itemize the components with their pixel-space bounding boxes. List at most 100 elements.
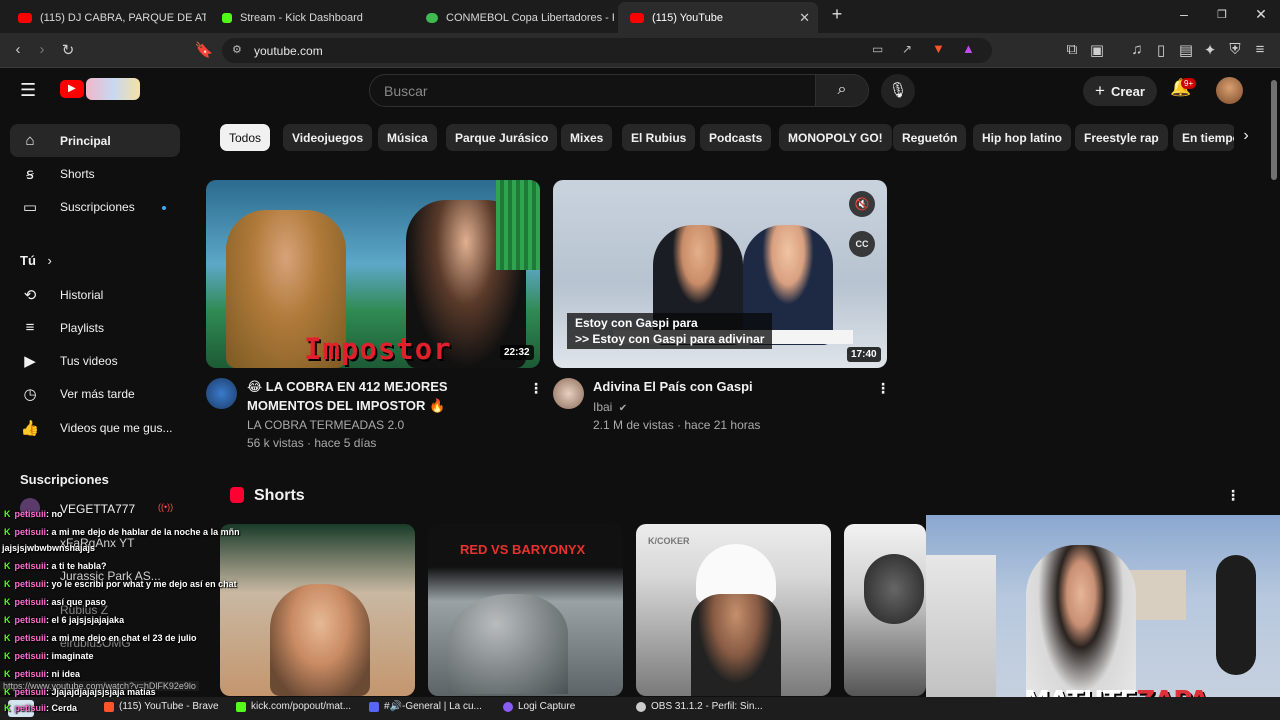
chip-en-tiempo[interactable]: En tiempo (1173, 124, 1235, 151)
kick-icon: K (4, 597, 11, 607)
video-thumbnail-1[interactable]: Impostor 22:32 (206, 180, 540, 368)
maximize-icon[interactable]: ❐ (1212, 8, 1232, 21)
browser-tab-2[interactable]: Stream - Kick Dashboard (210, 2, 410, 33)
channel-avatar[interactable] (206, 378, 237, 409)
create-button[interactable]: + Crear (1083, 76, 1157, 106)
close-window-icon[interactable]: ✕ (1251, 6, 1271, 23)
wallet-icon[interactable]: ▤ (1176, 41, 1196, 59)
scrollbar-thumb[interactable] (1271, 80, 1277, 180)
chat-user: petisuii (14, 669, 47, 679)
chat-text: : yo le escribi por what y me dejo así e… (46, 579, 237, 589)
cast-icon[interactable]: ▭ (872, 42, 883, 56)
shorts-more-options-icon[interactable]: ⋮ (1226, 487, 1240, 504)
chip-monopoly-go[interactable]: MONOPOLY GO! (779, 124, 892, 151)
browser-tab-3[interactable]: CONMEBOL Copa Libertadores - POS (414, 2, 614, 33)
sidebar-item-watch-later[interactable]: ◷ Ver más tarde (10, 377, 180, 410)
taskbar-app-logi[interactable]: Logi Capture (503, 701, 575, 712)
sidebar-sub-vegetta[interactable]: VEGETTA777 (60, 502, 135, 516)
dinosaur-figure (448, 594, 568, 694)
share-icon[interactable]: ↗ (902, 42, 912, 56)
close-tab-icon[interactable]: ✕ (799, 10, 810, 26)
screenshot-icon[interactable]: ▣ (1087, 41, 1107, 59)
leo-ai-icon[interactable]: ✦ (1200, 41, 1220, 59)
shorts-logo-icon (230, 487, 244, 503)
sidebar-item-principal[interactable]: ⌂ Principal (10, 124, 180, 157)
extensions-icon[interactable]: ⧉ (1062, 41, 1082, 58)
search-input[interactable]: Buscar (369, 74, 816, 107)
taskbar-app-kick[interactable]: kick.com/popout/mat... (236, 701, 351, 712)
chip-musica[interactable]: Música (378, 124, 437, 151)
chat-user: petisuii (14, 527, 47, 537)
short-card-3[interactable]: K/COKER (636, 524, 831, 696)
sidebar-item-label: Principal (60, 133, 111, 148)
home-icon: ⌂ (25, 132, 35, 149)
video-title-2[interactable]: Adivina El País con Gaspi (593, 377, 753, 396)
mute-icon[interactable]: 🔇 (849, 191, 875, 217)
more-options-icon[interactable]: ⋮ (529, 380, 543, 397)
bookmark-icon[interactable]: 🔖 (194, 41, 214, 59)
chip-freestyle-rap[interactable]: Freestyle rap (1075, 124, 1168, 151)
video-channel-name[interactable]: Ibai ✔ (593, 398, 627, 418)
person-figure (270, 584, 370, 696)
chip-mixes[interactable]: Mixes (561, 124, 613, 151)
short-card-1[interactable] (220, 524, 415, 696)
chat-user: petisuii (14, 579, 47, 589)
site-info-icon[interactable]: ⚙ (232, 43, 242, 56)
youtube-favicon-icon (18, 12, 32, 23)
new-tab-icon[interactable]: + (827, 4, 847, 25)
chat-user: petisuii (14, 703, 47, 713)
taskbar-app-obs[interactable]: OBS 31.1.2 - Perfil: Sin... (636, 701, 763, 712)
taskbar-label: kick.com/popout/mat... (251, 701, 352, 712)
history-icon: ⟲ (23, 286, 37, 304)
voice-search-button[interactable]: 🎙 (881, 74, 915, 108)
address-bar[interactable]: ⚙ youtube.com ▭ ↗ ▼ ▲ (222, 38, 992, 63)
caption-box: Estoy con Gaspi para >> Estoy con Gaspi … (567, 313, 773, 349)
sidebar-item-shorts[interactable]: ꞩ Shorts (10, 157, 180, 190)
chip-hip-hop-latino[interactable]: Hip hop latino (973, 124, 1071, 151)
video-channel-name[interactable]: LA COBRA TERMEADAS 2.0 (247, 416, 404, 434)
sidebar-toggle-icon[interactable]: ▯ (1151, 41, 1171, 59)
short-card-4[interactable] (844, 524, 926, 696)
plus-icon: + (1095, 81, 1105, 100)
short-card-2[interactable]: RED VS BARYONYX (428, 524, 623, 696)
vpn-icon[interactable]: ⛨ (1225, 41, 1245, 58)
youtube-logo-icon[interactable]: ▶ (60, 80, 84, 98)
media-icon[interactable]: ♫ (1127, 41, 1147, 58)
channel-avatar[interactable] (553, 378, 584, 409)
account-avatar[interactable] (1216, 77, 1243, 104)
chip-parque-jurasico[interactable]: Parque Jurásico (446, 124, 558, 151)
forward-icon[interactable]: › (32, 41, 52, 58)
chip-todos[interactable]: Todos (220, 124, 271, 151)
chat-user: petisuii (14, 597, 47, 607)
brave-shields-icon[interactable]: ▼ (932, 41, 945, 56)
chips-next-chevron-icon[interactable]: › (1234, 124, 1258, 151)
chip-el-rubius[interactable]: El Rubius (622, 124, 696, 151)
search-button[interactable]: ⌕ (815, 74, 869, 107)
sidebar-item-subscriptions[interactable]: ▭ Suscripciones (10, 190, 180, 223)
chip-podcasts[interactable]: Podcasts (700, 124, 772, 151)
you-section-header[interactable]: Tú › (20, 253, 52, 268)
search-icon: ⌕ (837, 81, 847, 98)
sidebar-item-liked-videos[interactable]: 👍 Videos que me gus... (10, 411, 180, 444)
video-thumbnail-2[interactable]: 🔇 CC Estoy con Gaspi para >> Estoy con G… (553, 180, 887, 368)
chip-regueton[interactable]: Reguetón (893, 124, 967, 151)
taskbar-app-discord[interactable]: #🔊-General | La cu... (369, 701, 482, 712)
sidebar-item-playlists[interactable]: ≡ Playlists (10, 311, 180, 344)
more-options-icon[interactable]: ⋮ (876, 380, 890, 397)
minimize-icon[interactable]: – (1174, 6, 1194, 22)
sidebar-item-history[interactable]: ⟲ Historial (10, 278, 180, 311)
menu-icon[interactable]: ≡ (1250, 41, 1270, 58)
taskbar-app-brave[interactable]: (115) YouTube - Brave (104, 701, 219, 712)
back-icon[interactable]: ‹ (8, 41, 28, 58)
browser-tab-active[interactable]: (115) YouTube ✕ (618, 2, 818, 33)
brave-rewards-icon[interactable]: ▲ (962, 41, 975, 56)
video-title-1[interactable]: 😂 LA COBRA EN 412 MEJORES MOMENTOS DEL I… (247, 377, 448, 415)
doodle-logo-icon[interactable] (86, 78, 140, 100)
reload-icon[interactable]: ↻ (58, 41, 78, 59)
browser-tab-1[interactable]: (115) DJ CABRA, PARQUE DE ATRACC (6, 2, 206, 33)
captions-icon[interactable]: CC (849, 231, 875, 257)
taskbar-label: Logi Capture (518, 701, 576, 712)
hamburger-menu-icon[interactable]: ☰ (20, 80, 36, 101)
sidebar-item-your-videos[interactable]: ▶ Tus videos (10, 344, 180, 377)
chip-videojuegos[interactable]: Videojuegos (283, 124, 373, 151)
